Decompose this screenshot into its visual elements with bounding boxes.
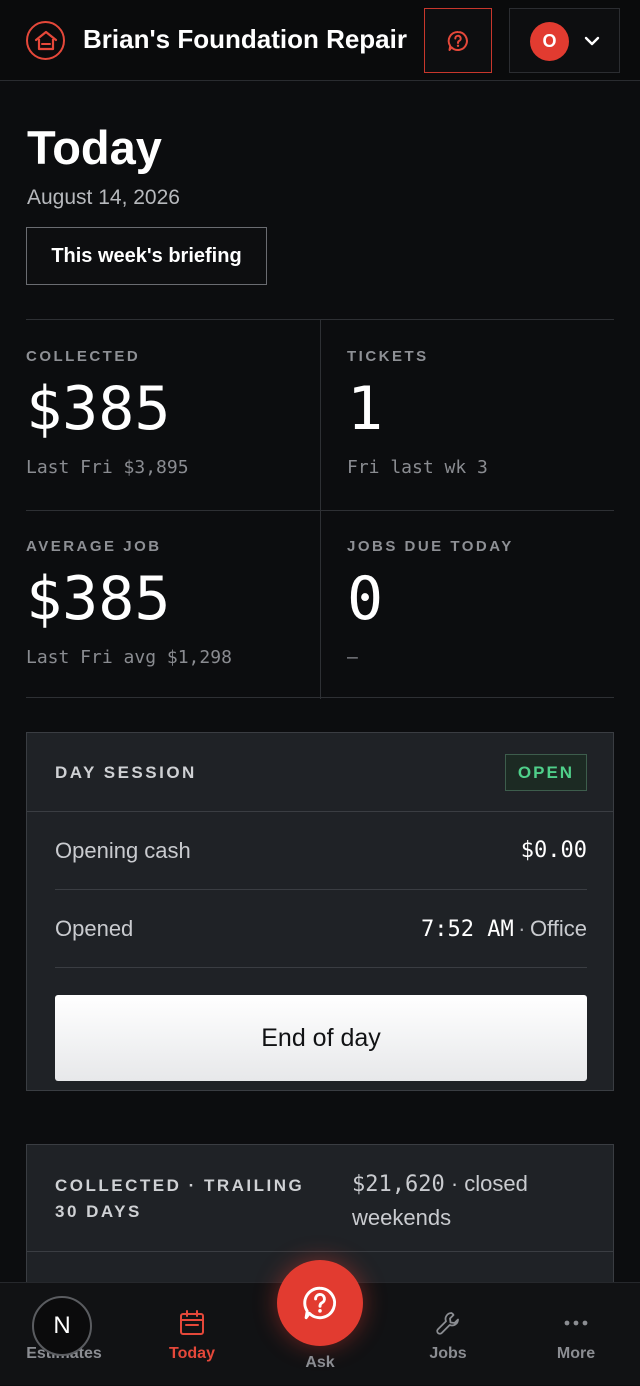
trailing-amount: $21,620 [352,1172,445,1197]
opening-cash-value: $0.00 [520,838,587,863]
separator: · [518,915,526,941]
opened-row: Opened 7:52 AM · Office [55,890,587,967]
stat-sub: Fri last wk 3 [347,457,488,478]
app-header: Brian's Foundation Repair O [0,0,640,81]
stat-sub: Last Fri avg $1,298 [26,647,232,668]
account-avatar: O [530,22,569,61]
chevron-down-icon [584,36,600,46]
trailing-value: $21,620 · closed weekends [352,1167,592,1234]
separator: · [450,1171,459,1196]
calendar-icon [180,1310,204,1335]
stat-label: JOBS DUE TODAY [347,538,514,555]
nav-today[interactable]: Today [128,1283,256,1386]
nav-label: Today [169,1345,215,1362]
opened-value: 7:52 AM · Office [421,916,587,942]
question-bubble-icon [303,1286,337,1320]
day-session-header: DAY SESSION OPEN [27,733,613,812]
trailing-label: COLLECTED · TRAILING 30 DAYS [55,1176,305,1221]
opening-cash-label: Opening cash [55,837,191,863]
wrench-icon [436,1312,459,1335]
status-badge: OPEN [505,754,587,791]
ask-button[interactable] [277,1260,363,1346]
weekly-briefing-button[interactable]: This week's briefing [26,227,267,285]
help-button[interactable] [424,8,492,73]
nav-jobs[interactable]: Jobs [384,1283,512,1386]
page-title: Today [27,121,162,174]
stat-label: TICKETS [347,348,429,365]
nav-ask-label[interactable]: Ask [256,1354,384,1372]
stat-label: COLLECTED [26,348,141,365]
dots-icon [564,1320,588,1326]
brand-name: Brian's Foundation Repair [83,24,407,54]
page-date: August 14, 2026 [27,186,180,209]
stat-sub: Last Fri $3,895 [26,457,189,478]
day-session-card: DAY SESSION OPEN Opening cash $0.00 Open… [26,732,614,1091]
day-session-title: DAY SESSION [55,763,197,782]
opened-location: Office [529,915,587,941]
help-bubble-icon [447,30,468,51]
house-icon[interactable] [26,21,65,60]
stat-sub: — [347,647,358,668]
account-menu-button[interactable]: O [509,8,620,73]
user-avatar[interactable]: N [32,1296,92,1356]
opened-label: Opened [55,915,134,941]
nav-label: More [556,1345,596,1362]
stat-tickets: TICKETS 1 Fri last wk 3 [347,348,627,478]
stat-jobs-due-today: JOBS DUE TODAY 0 — [347,538,627,668]
opened-time: 7:52 AM [420,916,514,942]
stat-label: AVERAGE JOB [26,538,162,555]
stat-average-job: AVERAGE JOB $385 Last Fri avg $1,298 [26,538,306,668]
stat-collected: COLLECTED $385 Last Fri $3,895 [26,348,306,478]
stat-value: 0 [347,564,384,634]
stat-value: $385 [26,374,171,444]
stat-value: $385 [26,564,171,634]
nav-label: Jobs [429,1345,467,1362]
nav-more[interactable]: More [512,1283,640,1386]
stat-value: 1 [347,374,384,444]
stats-grid: COLLECTED $385 Last Fri $3,895 TICKETS 1… [26,319,614,699]
end-of-day-button[interactable]: End of day [55,995,587,1081]
opening-cash-row: Opening cash $0.00 [55,812,587,889]
